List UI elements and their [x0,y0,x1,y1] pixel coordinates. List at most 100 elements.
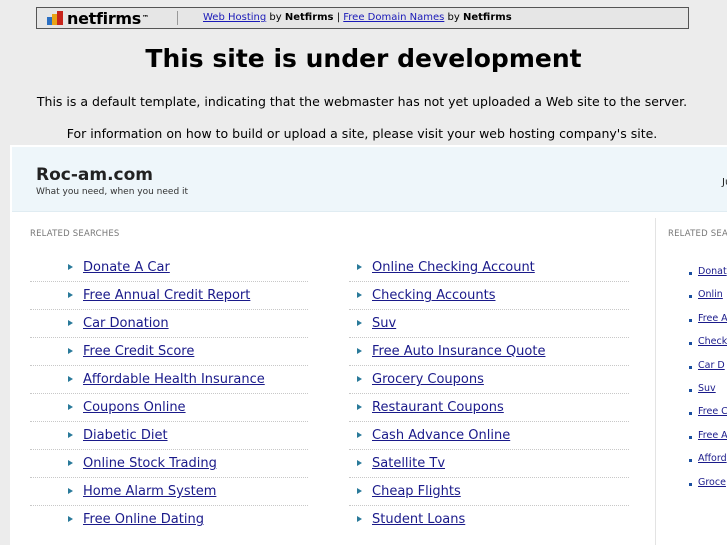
related-search-link[interactable]: Donat [698,266,727,277]
column-divider [655,218,656,545]
related-search-link[interactable]: Afford [698,453,727,464]
arrow-bullet-icon [68,376,73,382]
arrow-bullet-icon [68,292,73,298]
list-item: Car D [687,359,727,382]
square-bullet-icon [689,459,692,463]
netfirms-topbar: netfirms ™ Web Hosting by Netfirms | Free… [36,7,689,29]
site-name[interactable]: Roc-am.com [36,165,153,185]
arrow-bullet-icon [68,348,73,354]
square-bullet-icon [689,295,692,299]
list-item: Coupons Online [30,395,308,422]
list-item: Free Online Dating [30,507,308,533]
related-search-link[interactable]: Grocery Coupons [372,372,484,387]
related-searches-label-right: RELATED SEA [668,229,727,239]
list-item: Car Donation [30,311,308,338]
logo-text: netfirms [67,8,142,28]
related-search-link[interactable]: Check [698,336,727,347]
arrow-bullet-icon [357,404,362,410]
by-text-1: by [269,12,282,23]
related-search-link[interactable]: Free Annual Credit Report [83,288,250,303]
related-searches-column-b: Online Checking Account Checking Accounts… [349,255,629,534]
parked-page-frame: Roc-am.com What you need, when you need … [10,145,727,545]
list-item: Satellite Tv [349,451,629,478]
related-search-link[interactable]: Free Auto Insurance Quote [372,344,545,359]
list-item: Afford [687,452,727,475]
related-search-link[interactable]: Checking Accounts [372,288,496,303]
related-search-link[interactable]: Cheap Flights [372,484,461,499]
arrow-bullet-icon [68,432,73,438]
list-item: Online Stock Trading [30,451,308,478]
list-item: Student Loans [349,507,629,533]
list-item: Free A [687,312,727,335]
related-search-link[interactable]: Student Loans [372,512,465,527]
square-bullet-icon [689,412,692,416]
arrow-bullet-icon [357,264,362,270]
list-item: Free Auto Insurance Quote [349,339,629,366]
related-searches-column-a: Donate A Car Free Annual Credit Report Car… [30,255,308,534]
related-search-link[interactable]: Groce [698,477,726,488]
square-bullet-icon [689,365,692,369]
netfirms-logo[interactable]: netfirms ™ [47,8,149,28]
related-search-link[interactable]: Donate A Car [83,260,170,275]
list-item: Free Annual Credit Report [30,283,308,310]
related-search-link[interactable]: Online Stock Trading [83,456,217,471]
link-divider: | [336,12,341,23]
arrow-bullet-icon [68,516,73,522]
related-search-link[interactable]: Free Online Dating [83,512,204,527]
arrow-bullet-icon [357,320,362,326]
related-search-link[interactable]: Suv [372,316,396,331]
related-search-link[interactable]: Free C [698,406,727,417]
related-search-link[interactable]: Free A [698,430,727,441]
related-search-link[interactable]: Car Donation [83,316,169,331]
list-item: Diabetic Diet [30,423,308,450]
arrow-bullet-icon [357,516,362,522]
square-bullet-icon [689,482,692,486]
list-item: Free Credit Score [30,339,308,366]
list-item: Donate A Car [30,255,308,282]
list-item: Home Alarm System [30,479,308,506]
related-search-link[interactable]: Online Checking Account [372,260,535,275]
arrow-bullet-icon [357,460,362,466]
related-search-link[interactable]: Affordable Health Insurance [83,372,265,387]
list-item: Groce [687,476,727,499]
square-bullet-icon [689,388,692,392]
arrow-bullet-icon [357,292,362,298]
arrow-bullet-icon [68,404,73,410]
arrow-bullet-icon [357,488,362,494]
netfirms-logo-icon [47,11,65,25]
related-search-link[interactable]: Onlin [698,289,723,300]
square-bullet-icon [689,342,692,346]
arrow-bullet-icon [357,432,362,438]
square-bullet-icon [689,272,692,275]
related-search-link[interactable]: Coupons Online [83,400,186,415]
free-domain-names-link[interactable]: Free Domain Names [343,12,444,23]
related-searches-column-right: Donat Onlin Free A Check Car D Suv Free C Free … [687,265,727,499]
related-search-link[interactable]: Free Credit Score [83,344,194,359]
list-item: Grocery Coupons [349,367,629,394]
related-search-link[interactable]: Restaurant Coupons [372,400,504,415]
related-search-link[interactable]: Suv [698,383,716,394]
related-search-link[interactable]: Cash Advance Online [372,428,510,443]
hosting-info-message: For information on how to build or uploa… [66,126,658,141]
web-hosting-link[interactable]: Web Hosting [203,12,266,23]
list-item: Onlin [687,288,727,311]
related-search-link[interactable]: Home Alarm System [83,484,216,499]
banner-cutoff-text: Ju [722,177,727,188]
topbar-separator [177,11,178,25]
arrow-bullet-icon [68,320,73,326]
list-item: Free C [687,405,727,428]
list-item: Affordable Health Insurance [30,367,308,394]
list-item: Donat [687,265,727,288]
square-bullet-icon [689,318,692,322]
related-search-link[interactable]: Satellite Tv [372,456,445,471]
list-item: Free A [687,429,727,452]
list-item: Check [687,335,727,358]
related-search-link[interactable]: Free A [698,313,727,324]
logo-trademark: ™ [142,14,149,22]
related-search-link[interactable]: Car D [698,360,725,371]
arrow-bullet-icon [68,264,73,270]
arrow-bullet-icon [68,460,73,466]
netfirms-brand-1: Netfirms [284,12,334,23]
square-bullet-icon [689,435,692,439]
related-search-link[interactable]: Diabetic Diet [83,428,168,443]
